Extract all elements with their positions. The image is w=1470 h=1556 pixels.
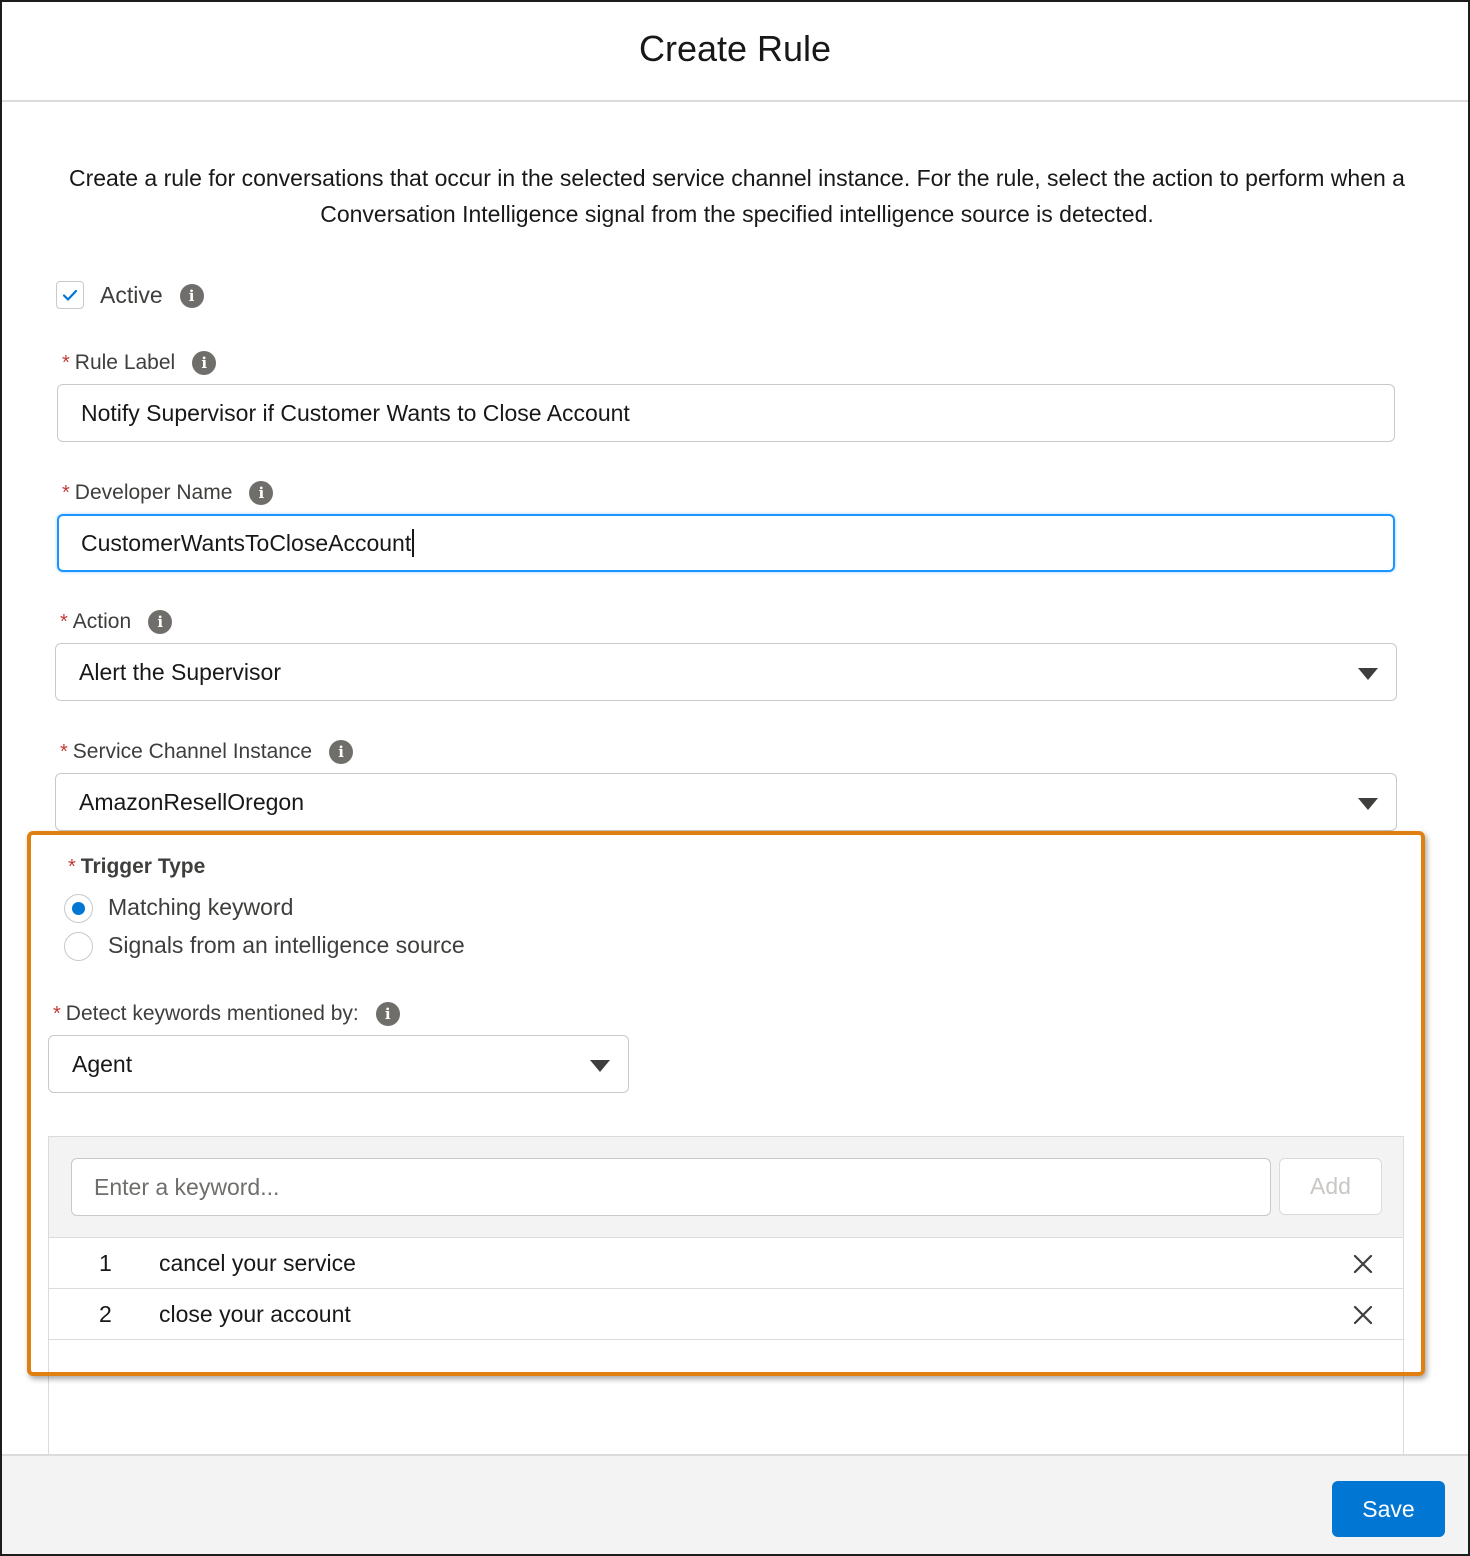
dropdown-arrow-icon xyxy=(590,1060,610,1072)
info-icon[interactable]: i xyxy=(148,610,173,634)
keyword-number: 2 xyxy=(99,1301,112,1327)
detect-keywords-row: * Detect keywords mentioned by: i xyxy=(53,1002,400,1026)
service-channel-row: * Service Channel Instance i xyxy=(60,740,354,764)
keyword-panel: Enter a keyword... Add 1 cancel your ser… xyxy=(48,1136,1404,1466)
info-icon[interactable]: i xyxy=(329,740,354,764)
remove-keyword-close-icon[interactable] xyxy=(1353,1305,1373,1325)
required-asterisk: * xyxy=(60,740,68,763)
radio-intelligence-source-label[interactable]: Signals from an intelligence source xyxy=(108,932,465,959)
radio-selected-dot xyxy=(72,902,85,915)
save-button-label: Save xyxy=(1362,1495,1415,1522)
required-asterisk: * xyxy=(53,1002,61,1025)
save-button[interactable]: Save xyxy=(1332,1481,1445,1537)
service-channel-value: AmazonResellOregon xyxy=(79,788,305,815)
modal-title: Create Rule xyxy=(638,28,832,69)
action-select[interactable]: Alert the Supervisor xyxy=(55,643,1397,701)
service-channel-label: Service Channel Instance xyxy=(72,740,313,763)
info-icon[interactable]: i xyxy=(179,283,204,308)
detect-keywords-value: Agent xyxy=(72,1050,133,1077)
service-channel-select[interactable]: AmazonResellOregon xyxy=(55,773,1397,831)
developer-name-input[interactable]: CustomerWantsToCloseAccount xyxy=(57,514,1395,572)
keyword-number: 1 xyxy=(99,1250,112,1276)
action-label: Action xyxy=(72,610,132,633)
checkmark-icon xyxy=(62,289,78,301)
detect-keywords-select[interactable]: Agent xyxy=(48,1035,629,1093)
rule-label-input[interactable]: Notify Supervisor if Customer Wants to C… xyxy=(57,384,1395,442)
required-asterisk: * xyxy=(68,855,76,878)
radio-matching-keyword[interactable] xyxy=(64,894,93,923)
required-asterisk: * xyxy=(62,351,70,374)
dropdown-arrow-icon xyxy=(1358,668,1378,680)
active-label-row: Active i xyxy=(100,282,204,309)
action-row: * Action i xyxy=(60,610,173,634)
developer-name-label: Developer Name xyxy=(74,481,233,504)
active-label: Active xyxy=(100,282,163,308)
required-asterisk: * xyxy=(62,481,70,504)
active-checkbox[interactable] xyxy=(56,281,84,309)
rule-label-value: Notify Supervisor if Customer Wants to C… xyxy=(81,399,630,426)
detect-keywords-label: Detect keywords mentioned by: xyxy=(65,1002,359,1025)
required-asterisk: * xyxy=(60,610,68,633)
trigger-type-label: Trigger Type xyxy=(80,855,206,878)
keyword-row: 1 cancel your service xyxy=(49,1239,1403,1289)
developer-name-value: CustomerWantsToCloseAccount xyxy=(81,529,412,556)
developer-name-row: * Developer Name i xyxy=(62,481,274,505)
modal-header: Create Rule xyxy=(2,2,1468,102)
keyword-placeholder: Enter a keyword... xyxy=(94,1173,280,1200)
keyword-input[interactable]: Enter a keyword... xyxy=(71,1158,1271,1216)
dropdown-arrow-icon xyxy=(1358,798,1378,810)
text-cursor xyxy=(412,529,415,557)
keyword-row: 2 close your account xyxy=(49,1290,1403,1340)
radio-matching-keyword-label[interactable]: Matching keyword xyxy=(108,894,293,921)
create-rule-modal: Create Rule Create a rule for conversati… xyxy=(0,0,1470,1556)
rule-label-label: Rule Label xyxy=(74,351,176,374)
keyword-text: cancel your service xyxy=(159,1250,356,1276)
info-icon[interactable]: i xyxy=(249,481,274,505)
add-keyword-label: Add xyxy=(1310,1173,1351,1199)
radio-intelligence-source[interactable] xyxy=(64,932,93,961)
keyword-entry-bar: Enter a keyword... Add xyxy=(49,1137,1403,1238)
info-icon[interactable]: i xyxy=(375,1002,400,1026)
modal-footer: Save xyxy=(2,1454,1468,1554)
info-icon[interactable]: i xyxy=(192,351,217,375)
rule-label-row: * Rule Label i xyxy=(62,351,217,375)
intro-text: Create a rule for conversations that occ… xyxy=(69,165,1405,227)
trigger-type-row: * Trigger Type xyxy=(68,855,205,879)
keyword-text: close your account xyxy=(159,1301,351,1327)
action-value: Alert the Supervisor xyxy=(79,658,281,685)
add-keyword-button[interactable]: Add xyxy=(1279,1158,1382,1215)
remove-keyword-close-icon[interactable] xyxy=(1353,1254,1373,1274)
